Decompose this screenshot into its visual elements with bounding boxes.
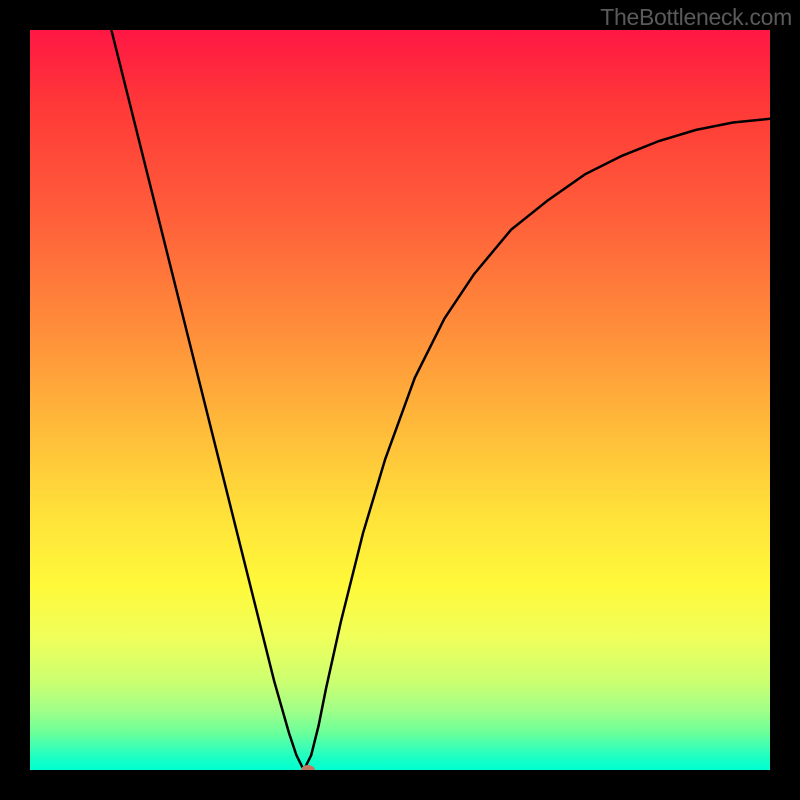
plot-area bbox=[30, 30, 770, 770]
watermark-text: TheBottleneck.com bbox=[600, 4, 792, 31]
curve-svg bbox=[30, 30, 770, 770]
chart-container: TheBottleneck.com bbox=[0, 0, 800, 800]
optimal-point-marker bbox=[301, 765, 315, 770]
bottleneck-curve-line bbox=[111, 30, 770, 770]
